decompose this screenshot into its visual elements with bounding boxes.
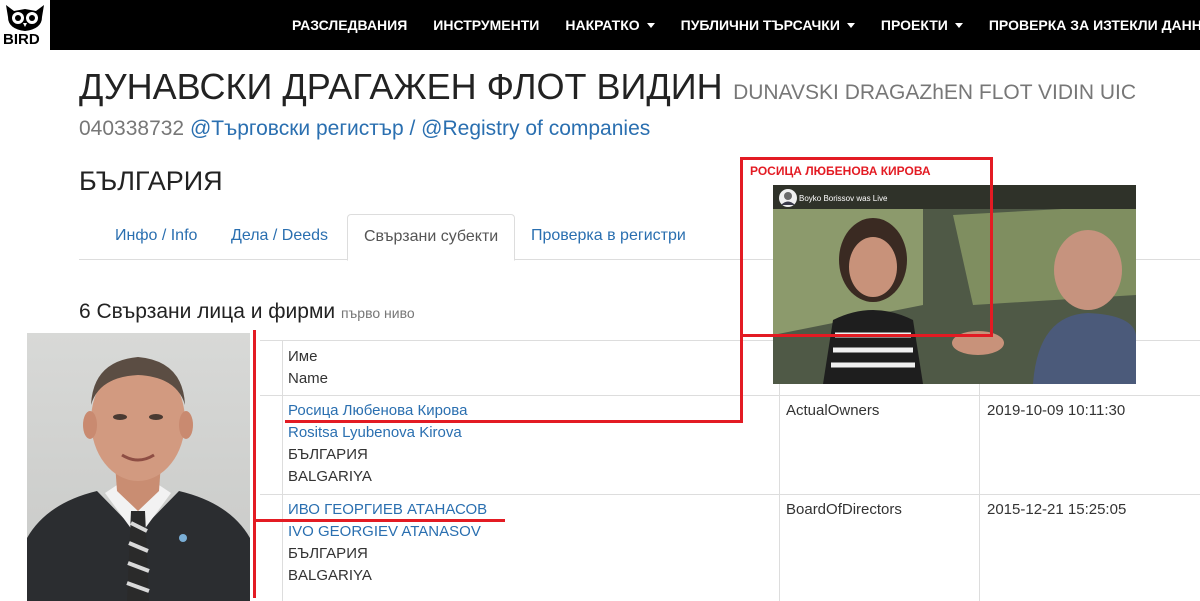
annotation-highlight-box	[740, 157, 993, 337]
person-link-kirova[interactable]: Росица Любенова Кирова	[288, 400, 467, 422]
section-heading: 6 Свързани лица и фирми първо ниво	[79, 300, 415, 324]
owl-icon	[6, 5, 44, 31]
table-row: ИВО ГЕОРГИЕВ АТАНАСОВ IVO GEORGIEV ATANA…	[288, 499, 487, 587]
table-column-border	[282, 340, 283, 601]
section-title: 6 Свързани лица и фирми	[79, 300, 336, 323]
annotation-underline-kirova	[285, 420, 743, 423]
company-country: БЪЛГАРИЯ	[79, 166, 223, 196]
caret-down-icon	[846, 22, 855, 28]
person-country: БЪЛГАРИЯ	[288, 446, 368, 463]
person-link-atanasov[interactable]: ИВО ГЕОРГИЕВ АТАНАСОВ	[288, 499, 487, 521]
person-role: ActualOwners	[786, 402, 880, 419]
nav-item-4[interactable]: ПРОЕКТИ	[881, 17, 963, 33]
tab-related-entities[interactable]: Свързани субекти	[347, 214, 516, 261]
header-name-en: Name	[288, 370, 329, 387]
table-header-name: Име Name	[288, 346, 328, 390]
person-date: 2015-12-21 15:25:05	[987, 501, 1127, 518]
header-name-bg: Име	[288, 348, 318, 365]
person-role: BoardOfDirectors	[786, 501, 902, 518]
company-name: ДУНАВСКИ ДРАГАЖЕН ФЛОТ ВИДИН	[79, 66, 723, 107]
company-title: ДУНАВСКИ ДРАГАЖЕН ФЛОТ ВИДИН DUNAVSKI DR…	[79, 66, 1136, 108]
table-header-border	[260, 395, 1200, 396]
annotation-label: РОСИЦА ЛЮБЕНОВА КИРОВА	[750, 164, 931, 178]
person-country: БЪЛГАРИЯ	[288, 545, 368, 562]
caret-down-icon	[954, 22, 963, 28]
company-name-latin: DUNAVSKI DRAGAZhEN FLOT VIDIN UIC	[733, 81, 1137, 104]
person-country-latin: BALGARIYA	[288, 468, 372, 485]
annotation-connector-vertical	[740, 331, 743, 423]
table-row: Росица Любенова Кирова Rositsa Lyubenova…	[288, 400, 467, 488]
tab-info[interactable]: Инфо / Info	[99, 214, 213, 258]
man-portrait-image	[27, 357, 250, 601]
portrait-photo	[27, 333, 250, 601]
nav-item-2[interactable]: НАКРАТКО	[565, 17, 655, 33]
top-navbar: BIRD РАЗСЛЕДВАНИЯ ИНСТРУМЕНТИ НАКРАТКО ПУБЛ…	[0, 0, 1200, 50]
bird-logo[interactable]: BIRD	[0, 0, 50, 50]
logo-text: BIRD	[3, 31, 40, 48]
nav-item-label: НАКРАТКО	[565, 17, 640, 33]
annotation-underline-atanasov	[253, 519, 505, 522]
nav-item-label: РАЗСЛЕДВАНИЯ	[292, 17, 408, 33]
nav-item-label: ПРОЕКТИ	[880, 17, 948, 33]
company-uic: 040338732	[79, 117, 185, 140]
person-date: 2019-10-09 10:11:30	[987, 402, 1126, 419]
company-identifiers: 040338732 @Търговски регистър / @Registr…	[79, 117, 650, 141]
table-row-border	[260, 494, 1200, 495]
nav-item-3[interactable]: ПУБЛИЧНИ ТЪРСАЧКИ	[681, 17, 855, 33]
nav-item-label: ИНСТРУМЕНТИ	[433, 17, 540, 33]
nav-item-0[interactable]: РАЗСЛЕДВАНИЯ	[292, 17, 407, 33]
person-link-atanasov-latin[interactable]: IVO GEORGIEV ATANASOV	[288, 521, 487, 543]
person-link-kirova-latin[interactable]: Rositsa Lyubenova Kirova	[288, 422, 467, 444]
tab-registry-check[interactable]: Проверка в регистри	[515, 214, 702, 258]
caret-down-icon	[646, 22, 655, 28]
nav-menu: РАЗСЛЕДВАНИЯ ИНСТРУМЕНТИ НАКРАТКО ПУБЛИЧНИ …	[292, 0, 1200, 50]
section-subtitle: първо ниво	[340, 305, 415, 321]
person-country-latin: BALGARIYA	[288, 567, 372, 584]
nav-item-label: ПРОВЕРКА ЗА ИЗТЕКЛИ ДАННИ	[988, 17, 1200, 33]
nav-item-5[interactable]: ПРОВЕРКА ЗА ИЗТЕКЛИ ДАННИ	[989, 17, 1200, 33]
annotation-connector-photo	[253, 330, 256, 598]
trade-registry-link[interactable]: @Търговски регистър	[190, 117, 404, 140]
registry-of-companies-link[interactable]: @Registry of companies	[421, 117, 650, 140]
nav-item-1[interactable]: ИНСТРУМЕНТИ	[433, 17, 539, 33]
tab-deeds[interactable]: Дела / Deeds	[215, 214, 344, 258]
registry-separator: /	[409, 117, 416, 140]
nav-item-label: ПУБЛИЧНИ ТЪРСАЧКИ	[680, 17, 840, 33]
